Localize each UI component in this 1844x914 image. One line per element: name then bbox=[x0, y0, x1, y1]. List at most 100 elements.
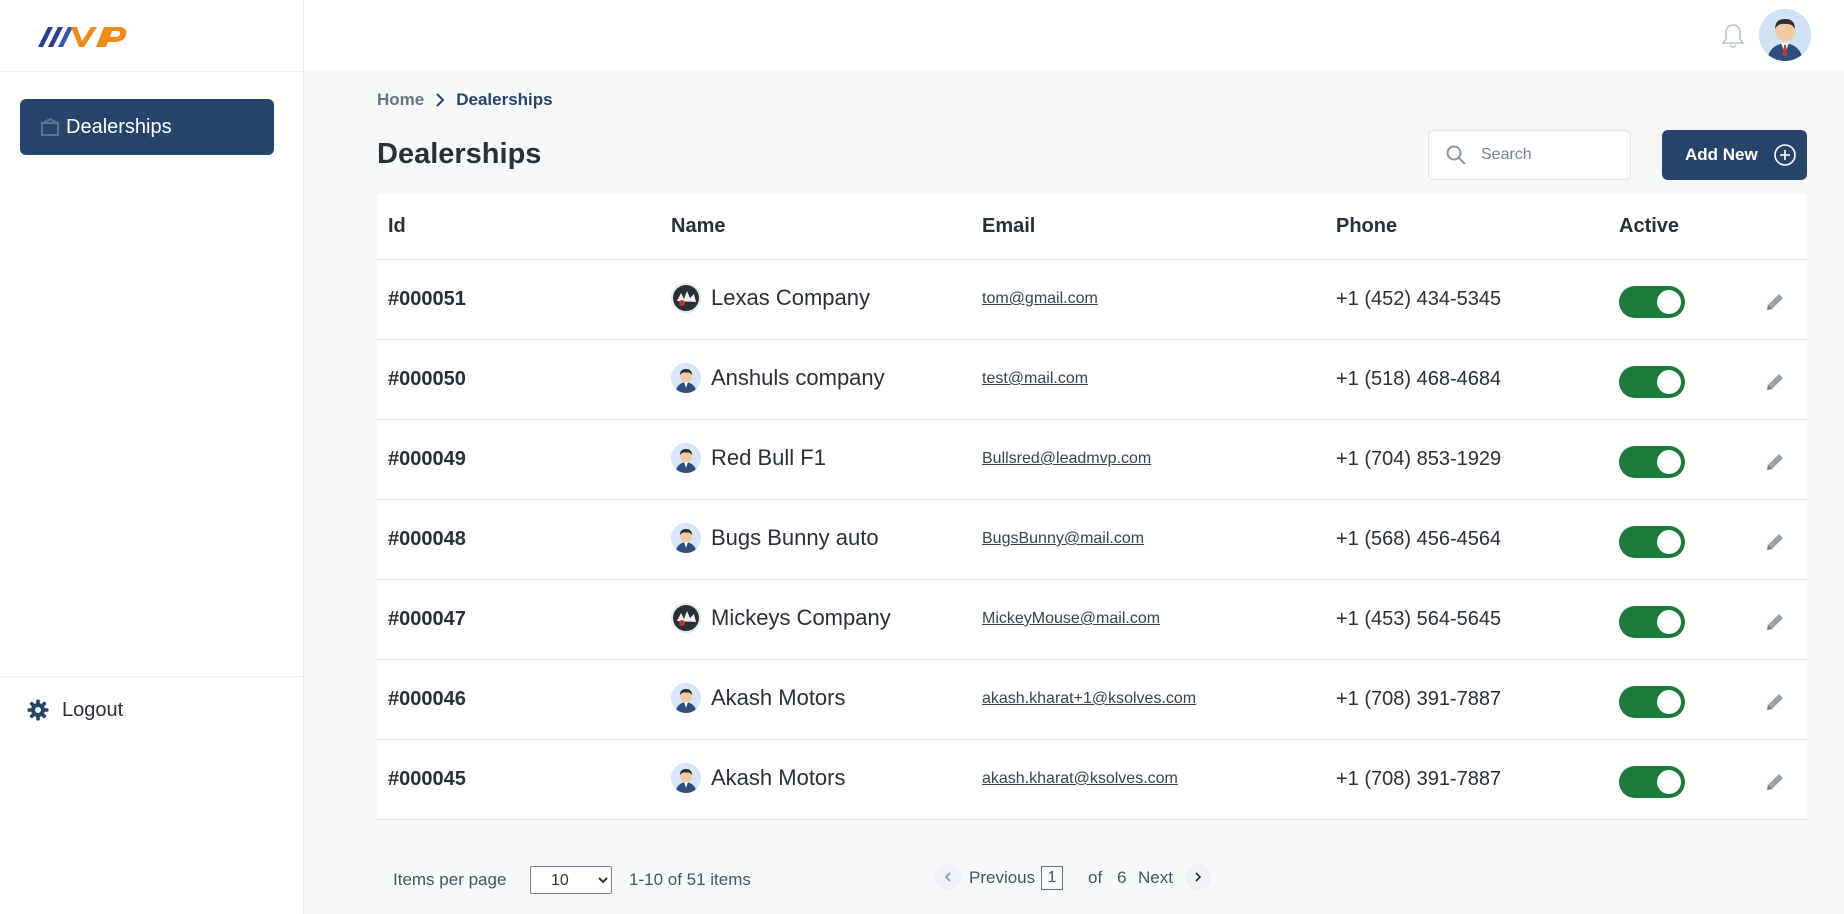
user-avatar[interactable] bbox=[1759, 9, 1811, 61]
breadcrumb: Home Dealerships bbox=[377, 90, 553, 110]
pencil-icon[interactable] bbox=[1763, 690, 1787, 714]
avatar bbox=[671, 683, 701, 713]
toggle-knob bbox=[1657, 290, 1681, 314]
pencil-icon[interactable] bbox=[1763, 530, 1787, 554]
table-row[interactable]: #000047 Mickeys Company MickeyMouse@mail.c… bbox=[377, 580, 1807, 660]
table-row[interactable]: #000050 Anshuls company test@mail.com +1 (5… bbox=[377, 340, 1807, 420]
dealership-email-link[interactable]: Bullsred@leadmvp.com bbox=[982, 450, 1151, 468]
dealership-email-link[interactable]: akash.kharat@ksolves.com bbox=[982, 770, 1178, 788]
active-toggle[interactable] bbox=[1619, 526, 1685, 558]
toggle-knob bbox=[1657, 370, 1681, 394]
logo[interactable] bbox=[0, 0, 303, 72]
avatar bbox=[671, 603, 701, 633]
active-toggle[interactable] bbox=[1619, 286, 1685, 318]
column-header-active[interactable]: Active bbox=[1619, 215, 1679, 238]
total-pages: 6 bbox=[1117, 868, 1127, 887]
toggle-knob bbox=[1657, 770, 1681, 794]
dealership-name: Red Bull F1 bbox=[711, 445, 826, 470]
top-bar bbox=[304, 0, 1844, 70]
dealership-phone: +1 (708) 391-7887 bbox=[1336, 688, 1502, 710]
search-input[interactable] bbox=[1481, 146, 1611, 164]
avatar bbox=[671, 763, 701, 793]
chevron-left-icon[interactable] bbox=[935, 864, 961, 890]
pencil-icon[interactable] bbox=[1763, 770, 1787, 794]
chevron-right-icon bbox=[430, 90, 450, 110]
table-row[interactable]: #000046 Akash Motors akash.kharat+1@ksolve… bbox=[377, 660, 1807, 740]
table-body: #000051 Lexas Company tom@gmail.com +1 (452… bbox=[377, 260, 1807, 820]
column-header-email[interactable]: Email bbox=[982, 215, 1035, 238]
avatar bbox=[671, 443, 701, 473]
search-box[interactable] bbox=[1428, 130, 1631, 180]
active-toggle[interactable] bbox=[1619, 606, 1685, 638]
items-per-page-select[interactable]: 10 bbox=[530, 866, 612, 894]
pencil-icon[interactable] bbox=[1763, 450, 1787, 474]
plus-circle-icon bbox=[1773, 143, 1797, 167]
toggle-knob bbox=[1657, 450, 1681, 474]
dealership-name-cell: Mickeys Company bbox=[671, 603, 891, 633]
items-per-page-label: Items per page bbox=[393, 870, 507, 889]
active-toggle[interactable] bbox=[1619, 766, 1685, 798]
dealership-id: #000048 bbox=[388, 528, 466, 550]
pencil-icon[interactable] bbox=[1763, 370, 1787, 394]
toggle-knob bbox=[1657, 530, 1681, 554]
dealership-id: #000047 bbox=[388, 608, 466, 630]
gear-icon bbox=[26, 698, 50, 722]
page-title: Dealerships bbox=[377, 138, 542, 170]
logout-button[interactable]: Logout bbox=[26, 698, 123, 722]
column-header-name[interactable]: Name bbox=[671, 215, 725, 238]
current-page-input[interactable]: 1 bbox=[1041, 866, 1063, 890]
active-toggle[interactable] bbox=[1619, 686, 1685, 718]
dealership-name: Akash Motors bbox=[711, 765, 846, 790]
sidebar-item-dealerships[interactable]: Dealerships bbox=[20, 99, 274, 155]
dealership-name: Mickeys Company bbox=[711, 605, 891, 630]
dealership-phone: +1 (453) 564-5645 bbox=[1336, 608, 1502, 630]
dealership-id: #000046 bbox=[388, 688, 466, 710]
add-new-button[interactable]: Add New bbox=[1662, 130, 1807, 180]
sidebar-item-label: Dealerships bbox=[66, 115, 172, 138]
table-row[interactable]: #000049 Red Bull F1 Bullsred@leadmvp.com +1… bbox=[377, 420, 1807, 500]
dealership-id: #000049 bbox=[388, 448, 466, 470]
search-icon bbox=[1445, 144, 1467, 166]
dealership-name: Akash Motors bbox=[711, 685, 846, 710]
dealership-phone: +1 (452) 434-5345 bbox=[1336, 288, 1502, 310]
avatar bbox=[671, 523, 701, 553]
sidebar: Dealerships Logout bbox=[0, 0, 304, 914]
chevron-right-icon[interactable] bbox=[1185, 864, 1211, 890]
sidebar-divider bbox=[0, 676, 304, 677]
dealership-email-link[interactable]: BugsBunny@mail.com bbox=[982, 530, 1144, 548]
avatar bbox=[671, 363, 701, 393]
previous-button[interactable]: Previous bbox=[969, 868, 1035, 888]
dealership-name: Bugs Bunny auto bbox=[711, 525, 879, 550]
items-range: 1-10 of 51 items bbox=[629, 870, 751, 889]
active-toggle[interactable] bbox=[1619, 366, 1685, 398]
dealerships-table: Id Name Email Phone Active #000051 Lexas … bbox=[377, 194, 1807, 820]
dealership-phone: +1 (568) 456-4564 bbox=[1336, 528, 1502, 550]
dealership-name: Lexas Company bbox=[711, 285, 870, 310]
breadcrumb-current: Dealerships bbox=[456, 90, 553, 109]
dealership-phone: +1 (708) 391-7887 bbox=[1336, 768, 1502, 790]
dealership-id: #000050 bbox=[388, 368, 466, 390]
column-header-phone[interactable]: Phone bbox=[1336, 215, 1397, 238]
column-header-id[interactable]: Id bbox=[388, 215, 406, 238]
pencil-icon[interactable] bbox=[1763, 610, 1787, 634]
bell-icon[interactable] bbox=[1720, 22, 1746, 50]
table-row[interactable]: #000048 Bugs Bunny auto BugsBunny@mail.com… bbox=[377, 500, 1807, 580]
table-row[interactable]: #000051 Lexas Company tom@gmail.com +1 (452… bbox=[377, 260, 1807, 340]
dealership-email-link[interactable]: tom@gmail.com bbox=[982, 290, 1098, 308]
dealership-id: #000051 bbox=[388, 288, 466, 310]
breadcrumb-home[interactable]: Home bbox=[377, 90, 424, 110]
dealership-email-link[interactable]: test@mail.com bbox=[982, 370, 1088, 388]
dealership-email-link[interactable]: MickeyMouse@mail.com bbox=[982, 610, 1160, 628]
active-toggle[interactable] bbox=[1619, 446, 1685, 478]
dealership-id: #000045 bbox=[388, 768, 466, 790]
dealership-name-cell: Akash Motors bbox=[671, 683, 846, 713]
dealership-email-link[interactable]: akash.kharat+1@ksolves.com bbox=[982, 690, 1196, 708]
next-button[interactable]: Next bbox=[1138, 868, 1173, 888]
dealership-icon bbox=[38, 115, 62, 139]
page-of-label: of bbox=[1088, 868, 1103, 887]
dealership-phone: +1 (518) 468-4684 bbox=[1336, 368, 1502, 390]
add-new-label: Add New bbox=[1685, 145, 1758, 164]
avatar bbox=[671, 283, 701, 313]
pencil-icon[interactable] bbox=[1763, 290, 1787, 314]
table-row[interactable]: #000045 Akash Motors akash.kharat@ksolves.… bbox=[377, 740, 1807, 820]
